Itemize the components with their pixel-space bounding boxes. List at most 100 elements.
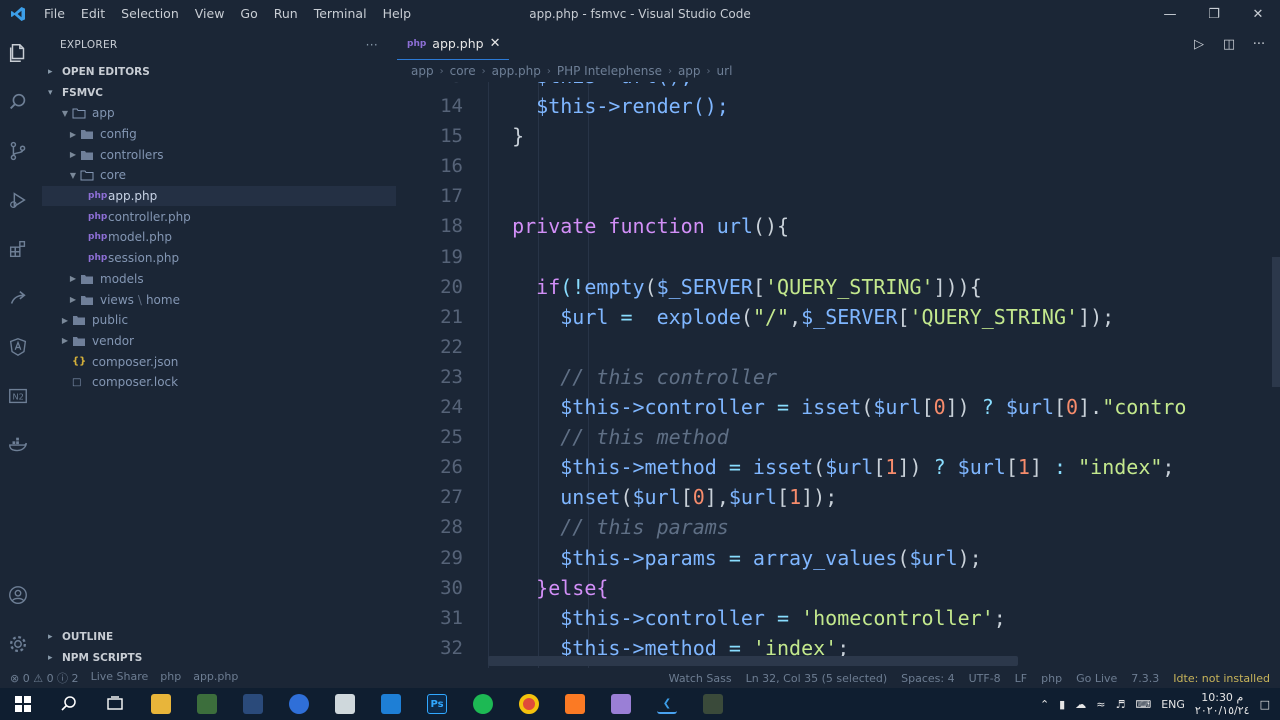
breadcrumb-item[interactable]: core [450, 64, 476, 78]
app-icon[interactable] [690, 688, 736, 720]
project-section[interactable]: ▾ FSMVC [42, 82, 396, 103]
close-tab-icon[interactable]: ✕ [490, 36, 501, 51]
code-text: }else{ [488, 573, 608, 603]
windows-start-icon[interactable] [0, 688, 46, 720]
n2-icon[interactable]: N2 [0, 371, 36, 420]
chevron-up-icon[interactable]: ⌃ [1040, 698, 1049, 711]
file-item[interactable]: php app.php [42, 185, 396, 207]
breadcrumb-item[interactable]: app [678, 64, 701, 78]
battery-icon[interactable]: ▮ [1059, 698, 1065, 711]
source-control-icon[interactable] [0, 126, 36, 175]
run-icon[interactable]: ▷ [1186, 37, 1212, 52]
menu-terminal[interactable]: Terminal [306, 0, 375, 28]
run-debug-icon[interactable] [0, 175, 36, 224]
breadcrumb-item[interactable]: app [411, 64, 434, 78]
tree-item-label: app [92, 106, 115, 121]
menu-run[interactable]: Run [266, 0, 306, 28]
status-item[interactable]: UTF-8 [969, 672, 1001, 685]
menu-file[interactable]: File [36, 0, 73, 28]
status-item[interactable]: php [160, 670, 181, 686]
menu-edit[interactable]: Edit [73, 0, 113, 28]
menu-view[interactable]: View [187, 0, 233, 28]
status-item[interactable]: Spaces: 4 [901, 672, 954, 685]
code-token: 0 [1066, 395, 1079, 420]
status-item[interactable]: Live Share [91, 670, 149, 686]
folder-item[interactable]: ▼ core [42, 165, 396, 186]
live-share-icon[interactable] [0, 273, 36, 322]
search-icon[interactable] [46, 688, 92, 720]
folder-item[interactable]: ▶ public [42, 310, 396, 331]
explorer-icon[interactable] [0, 28, 36, 77]
code-editor[interactable]: 13 $this->url(); 14 $this->render(); 15 } 1… [397, 82, 1280, 668]
status-item[interactable]: 7.3.3 [1131, 672, 1159, 685]
menu-selection[interactable]: Selection [113, 0, 187, 28]
gear-icon[interactable] [0, 619, 36, 668]
open-editors-section[interactable]: ▸ OPEN EDITORS [42, 61, 396, 82]
app-icon[interactable] [598, 688, 644, 720]
folder-item[interactable]: ▶ models [42, 269, 396, 290]
file-item[interactable]: {} composer.json [42, 351, 396, 372]
file-item[interactable]: □ composer.lock [42, 372, 396, 393]
status-item[interactable]: Ln 32, Col 35 (5 selected) [746, 672, 888, 685]
angular-icon[interactable] [0, 322, 36, 371]
chrome-icon[interactable] [506, 688, 552, 720]
status-item[interactable]: Go Live [1076, 672, 1117, 685]
status-item[interactable]: app.php [193, 670, 238, 686]
trello-icon[interactable] [368, 688, 414, 720]
volume-icon[interactable]: ♬ [1115, 698, 1125, 711]
file-item[interactable]: php controller.php [42, 206, 396, 227]
status-warning[interactable]: Idte: not installed [1173, 672, 1270, 685]
account-icon[interactable] [0, 570, 36, 619]
menu-go[interactable]: Go [232, 0, 265, 28]
split-editor-icon[interactable]: ◫ [1216, 37, 1242, 52]
spotify-icon[interactable] [460, 688, 506, 720]
status-item[interactable]: Watch Sass [669, 672, 732, 685]
keyboard-icon[interactable]: ⌨ [1135, 698, 1151, 711]
breadcrumb-item[interactable]: app.php [492, 64, 541, 78]
explorer-more-button[interactable]: ··· [366, 38, 378, 52]
search-icon[interactable] [0, 77, 36, 126]
wifi-icon[interactable]: ≈ [1096, 698, 1105, 711]
menu-help[interactable]: Help [375, 0, 420, 28]
photoshop-icon[interactable]: Ps [414, 688, 460, 720]
vertical-scrollbar[interactable] [1272, 257, 1280, 387]
xampp-icon[interactable] [552, 688, 598, 720]
outline-section[interactable]: ▸ OUTLINE [42, 626, 396, 647]
horizontal-scrollbar[interactable] [488, 656, 1018, 666]
close-window-button[interactable]: ✕ [1236, 0, 1280, 28]
folder-item[interactable]: ▶ config [42, 124, 396, 145]
vscode-taskbar-icon[interactable]: ❮ [644, 688, 690, 720]
app-icon[interactable] [322, 688, 368, 720]
status-item[interactable]: php [1041, 672, 1062, 685]
restore-button[interactable]: ❐ [1192, 0, 1236, 28]
sublime-icon[interactable] [230, 688, 276, 720]
tab-app-php[interactable]: php app.php ✕ [397, 28, 509, 60]
task-view-icon[interactable] [92, 688, 138, 720]
language-indicator[interactable]: ENG [1161, 698, 1185, 711]
file-item[interactable]: php session.php [42, 248, 396, 269]
code-token: ]) [897, 455, 934, 480]
minimize-button[interactable]: — [1148, 0, 1192, 28]
breadcrumb-item[interactable]: PHP Intelephense [557, 64, 662, 78]
cloud-icon[interactable]: ☁ [1075, 698, 1086, 711]
clock[interactable]: 10:30 م ٢٠٢٠/١٥/٢٤ [1195, 691, 1250, 717]
docker-icon[interactable] [0, 420, 36, 469]
status-item[interactable]: LF [1015, 672, 1027, 685]
app-icon[interactable] [184, 688, 230, 720]
code-token: ] [1029, 455, 1055, 480]
npm-scripts-section[interactable]: ▸ NPM SCRIPTS [42, 647, 396, 668]
file-explorer-icon[interactable] [138, 688, 184, 720]
folder-item[interactable]: ▶ vendor [42, 331, 396, 352]
notifications-icon[interactable]: □ [1260, 698, 1270, 711]
folder-item[interactable]: ▶ controllers [42, 144, 396, 165]
breadcrumb-item[interactable]: url [717, 64, 733, 78]
status-item[interactable]: ⊗ 0 ⚠ 0 ⓘ 2 [10, 670, 79, 686]
explorer-header: EXPLORER ··· [42, 28, 396, 61]
folder-item[interactable]: ▼ app [42, 103, 396, 124]
file-item[interactable]: php model.php [42, 227, 396, 248]
browser-icon[interactable] [276, 688, 322, 720]
extensions-icon[interactable] [0, 224, 36, 273]
folder-item[interactable]: ▶ views \ home [42, 289, 396, 310]
more-actions-icon[interactable]: ··· [1246, 37, 1272, 52]
